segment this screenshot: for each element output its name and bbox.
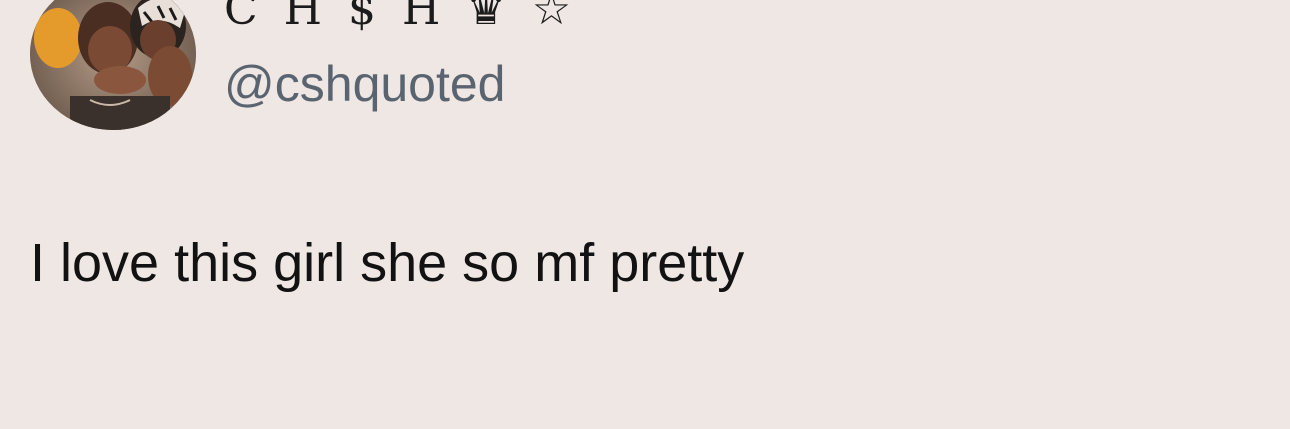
display-name[interactable]: C H $ H ♛ ☆ bbox=[224, 0, 577, 40]
tweet-text: I love this girl she so mf pretty bbox=[30, 233, 745, 293]
user-handle[interactable]: @cshquoted bbox=[224, 54, 506, 114]
avatar[interactable] bbox=[30, 0, 196, 130]
tweet-card: C H $ H ♛ ☆ @cshquoted I love this girl … bbox=[0, 0, 1290, 429]
profile-photo-icon bbox=[30, 0, 196, 130]
